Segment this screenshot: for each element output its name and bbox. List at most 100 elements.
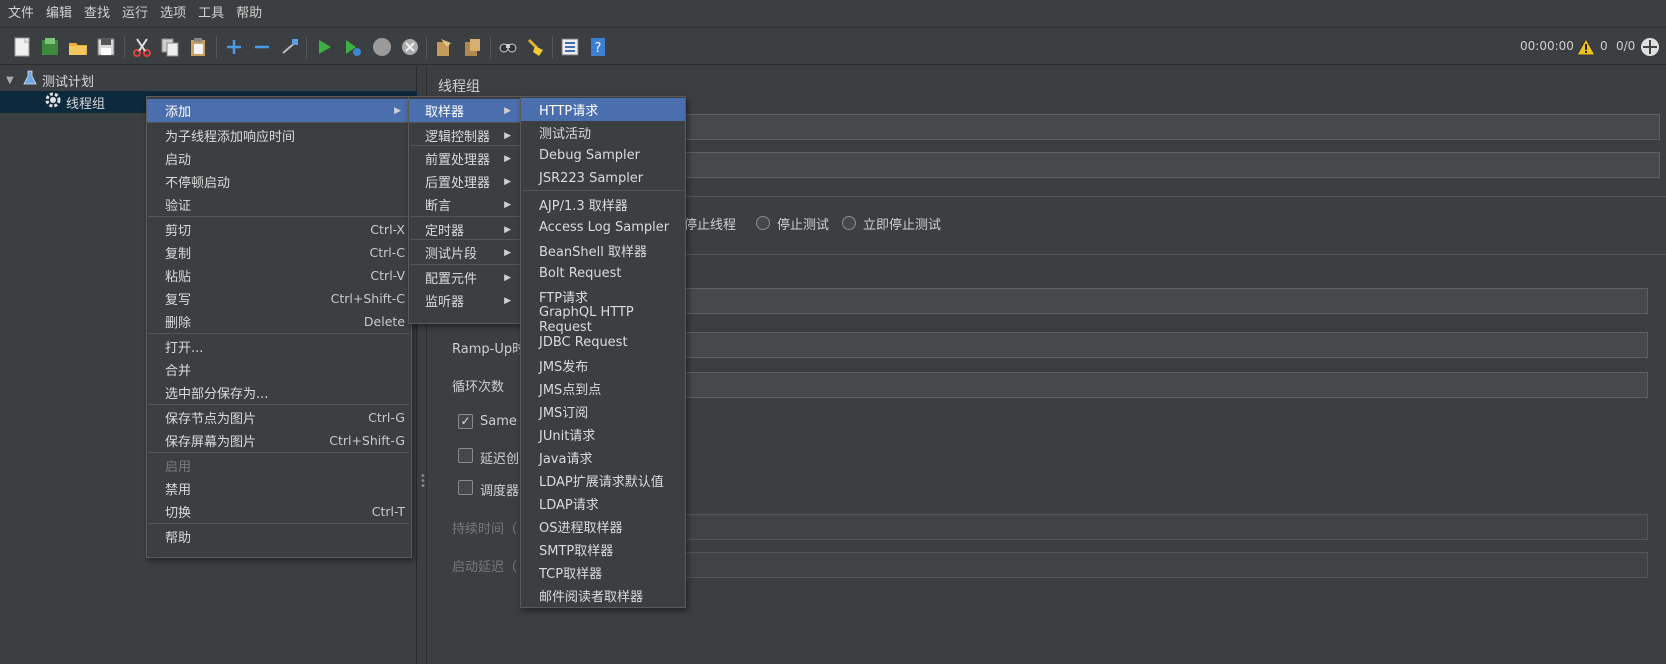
sampler-menu-item[interactable]: OS进程取样器: [521, 515, 685, 538]
context-menu-item[interactable]: 保存屏幕为图片 Ctrl+Shift-G: [147, 429, 411, 452]
sampler-menu-item[interactable]: 邮件阅读者取样器: [521, 584, 685, 607]
context-menu-item[interactable]: 添加 ▶: [147, 99, 411, 122]
sampler-menu-item[interactable]: JDBC Request: [521, 331, 685, 354]
context-menu-item[interactable]: 禁用: [147, 477, 411, 500]
sampler-menu-item[interactable]: JMS发布: [521, 354, 685, 377]
sampler-menu-item[interactable]: LDAP扩展请求默认值: [521, 469, 685, 492]
sampler-menu-item[interactable]: HTTP请求: [521, 98, 685, 121]
rampup-field[interactable]: [670, 332, 1648, 358]
function-helper-icon[interactable]: [558, 35, 582, 59]
name-field[interactable]: [670, 114, 1660, 140]
paste-icon[interactable]: [186, 35, 210, 59]
menu-run[interactable]: 运行: [116, 0, 154, 28]
search-icon[interactable]: [496, 35, 520, 59]
menu-file[interactable]: 文件: [2, 0, 40, 28]
context-menu-item[interactable]: 为子线程添加响应时间: [147, 124, 411, 147]
context-menu-item[interactable]: 保存节点为图片 Ctrl-G: [147, 406, 411, 429]
context-menu-item[interactable]: 验证: [147, 193, 411, 216]
comments-field[interactable]: [670, 152, 1660, 178]
sampler-menu-item[interactable]: Bolt Request: [521, 262, 685, 285]
context-menu-item[interactable]: 打开...: [147, 335, 411, 358]
context-menu-item[interactable]: 切换 Ctrl-T: [147, 500, 411, 523]
cut-icon[interactable]: [130, 35, 154, 59]
context-menu-item[interactable]: 粘贴 Ctrl-V: [147, 264, 411, 287]
loop-count-field[interactable]: [670, 372, 1648, 398]
context-menu-item[interactable]: 启用: [147, 454, 411, 477]
context-menu-item[interactable]: 帮助: [147, 525, 411, 548]
splitter-grip-icon[interactable]: • • •: [420, 472, 426, 492]
menu-separator: [410, 264, 520, 265]
open-folder-icon[interactable]: [66, 35, 90, 59]
templates-icon[interactable]: [38, 35, 62, 59]
sampler-menu-item[interactable]: LDAP请求: [521, 492, 685, 515]
menu-help[interactable]: 帮助: [230, 0, 268, 28]
toggle-icon[interactable]: [278, 35, 302, 59]
context-menu-item[interactable]: 合并: [147, 358, 411, 381]
context-menu-item[interactable]: 复制 Ctrl-C: [147, 241, 411, 264]
same-user-checkbox[interactable]: ✓: [458, 414, 473, 429]
scheduler-checkbox[interactable]: [458, 480, 473, 495]
reset-search-icon[interactable]: [524, 35, 548, 59]
duration-field[interactable]: [670, 514, 1648, 540]
add-submenu-item[interactable]: 定时器 ▶: [409, 218, 521, 241]
add-submenu-item[interactable]: 取样器 ▶: [409, 99, 521, 122]
add-submenu-item[interactable]: 逻辑控制器 ▶: [409, 124, 521, 147]
sampler-menu-item[interactable]: Debug Sampler: [521, 144, 685, 167]
menu-tools[interactable]: 工具: [192, 0, 230, 28]
toolbar-separator: [124, 36, 125, 58]
menu-item-label: 添加: [165, 105, 192, 120]
sampler-menu-item[interactable]: SMTP取样器: [521, 538, 685, 561]
chevron-down-icon[interactable]: ▼: [6, 75, 22, 86]
sampler-menu-item[interactable]: JMS订阅: [521, 400, 685, 423]
new-file-icon[interactable]: [10, 35, 34, 59]
start-icon[interactable]: [312, 35, 336, 59]
context-menu-item[interactable]: 复写 Ctrl+Shift-C: [147, 287, 411, 310]
context-menu-item[interactable]: 不停顿启动: [147, 170, 411, 193]
threads-count-field[interactable]: [670, 288, 1648, 314]
sampler-menu-item[interactable]: TCP取样器: [521, 561, 685, 584]
menu-edit[interactable]: 编辑: [40, 0, 78, 28]
help-icon[interactable]: ?: [586, 35, 610, 59]
context-menu-item[interactable]: 选中部分保存为...: [147, 381, 411, 404]
radio-label-stop-thread: 停止线程: [684, 218, 737, 233]
duration-label: 持续时间（: [452, 522, 518, 537]
clear-all-icon[interactable]: [460, 35, 484, 59]
start-no-pauses-icon[interactable]: [340, 35, 364, 59]
copy-icon[interactable]: [158, 35, 182, 59]
remote-hosts-icon[interactable]: [1638, 35, 1662, 59]
add-submenu-item[interactable]: 测试片段 ▶: [409, 241, 521, 264]
context-menu-item[interactable]: 删除 Delete: [147, 310, 411, 333]
shutdown-icon[interactable]: [398, 35, 422, 59]
menu-options[interactable]: 选项: [154, 0, 192, 28]
sampler-menu-item[interactable]: AJP/1.3 取样器: [521, 193, 685, 216]
sampler-menu-item[interactable]: JMS点到点: [521, 377, 685, 400]
warning-icon[interactable]: [1574, 35, 1598, 59]
add-submenu-item[interactable]: 断言 ▶: [409, 193, 521, 216]
add-submenu-item[interactable]: 后置处理器 ▶: [409, 170, 521, 193]
radio-stop-test-now[interactable]: [842, 216, 856, 230]
radio-stop-test[interactable]: [756, 216, 770, 230]
sampler-menu-item[interactable]: BeanShell 取样器: [521, 239, 685, 262]
delay-thread-creation-checkbox[interactable]: [458, 448, 473, 463]
save-icon[interactable]: [94, 35, 118, 59]
collapse-all-icon[interactable]: [250, 35, 274, 59]
sampler-menu-item[interactable]: Java请求: [521, 446, 685, 469]
loop-count-label: 循环次数: [452, 380, 505, 395]
add-submenu-item[interactable]: 前置处理器 ▶: [409, 147, 521, 170]
sampler-menu-item[interactable]: Access Log Sampler: [521, 216, 685, 239]
panel-title: 线程组: [438, 79, 480, 95]
expand-all-icon[interactable]: [222, 35, 246, 59]
add-submenu-item[interactable]: 监听器 ▶: [409, 289, 521, 312]
context-menu-item[interactable]: 启动: [147, 147, 411, 170]
sampler-menu-item[interactable]: 测试活动: [521, 121, 685, 144]
add-submenu-item[interactable]: 配置元件 ▶: [409, 266, 521, 289]
clear-icon[interactable]: [432, 35, 456, 59]
sampler-menu-item[interactable]: JSR223 Sampler: [521, 167, 685, 190]
menu-search[interactable]: 查找: [78, 0, 116, 28]
sampler-menu-item[interactable]: GraphQL HTTP Request: [521, 305, 685, 335]
tree-node-test-plan[interactable]: ▼ 测试计划: [6, 69, 94, 91]
startup-delay-field[interactable]: [670, 552, 1648, 578]
sampler-menu-item[interactable]: JUnit请求: [521, 423, 685, 446]
context-menu-item[interactable]: 剪切 Ctrl-X: [147, 218, 411, 241]
stop-icon[interactable]: [370, 35, 394, 59]
